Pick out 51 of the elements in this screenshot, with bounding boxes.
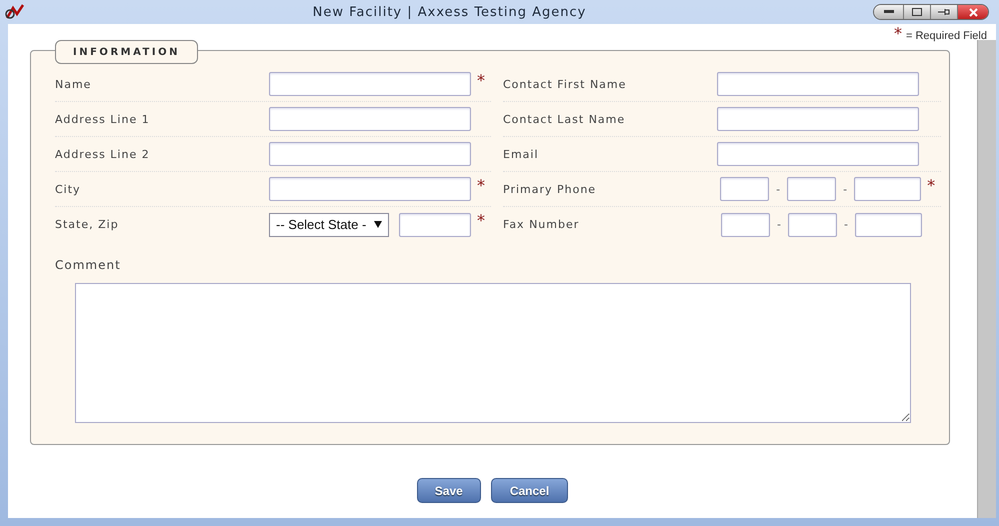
required-mark: * <box>477 210 486 229</box>
comment-label: Comment <box>55 258 122 272</box>
field-label: Name <box>55 78 92 90</box>
text-field[interactable] <box>269 177 471 201</box>
field-label: City <box>55 182 82 196</box>
pin-button[interactable] <box>930 5 957 19</box>
separator-text: - <box>842 182 848 196</box>
scrollbar[interactable] <box>977 40 996 518</box>
separator-text: - <box>776 218 782 231</box>
required-mark: * <box>927 175 936 194</box>
text-field[interactable] <box>717 107 919 131</box>
pin-icon <box>938 8 950 16</box>
field-label: Address Line 2 <box>55 148 151 160</box>
minimize-button[interactable] <box>874 5 903 19</box>
separator-text: - <box>843 218 849 231</box>
field-label: Primary Phone <box>503 182 598 196</box>
section-legend: INFORMATION <box>55 40 198 64</box>
text-field[interactable] <box>269 142 471 166</box>
required-mark: * <box>477 70 486 89</box>
comment-field[interactable] <box>75 283 911 423</box>
minimize-icon <box>884 10 894 14</box>
phone-field[interactable] <box>788 212 837 236</box>
field-label: State, Zip <box>55 218 120 231</box>
field-label: Fax Number <box>503 218 580 231</box>
field-label: Contact First Name <box>503 78 628 90</box>
phone-field[interactable] <box>720 177 770 201</box>
phone-field[interactable] <box>855 212 922 236</box>
maximize-icon <box>912 8 922 16</box>
field-label: Email <box>503 148 540 160</box>
required-mark: * <box>477 175 486 194</box>
save-button[interactable]: Save <box>416 478 481 503</box>
window-title: New Facility | Axxess Testing Agency <box>312 4 588 20</box>
text-field[interactable] <box>717 142 919 166</box>
state-dropdown[interactable]: -- Select State - <box>269 212 389 236</box>
text-field[interactable] <box>269 72 471 96</box>
field-label: Address Line 1 <box>55 112 151 126</box>
caret-icon <box>374 221 382 228</box>
text-field[interactable] <box>717 72 919 96</box>
text-field[interactable] <box>269 107 471 131</box>
phone-field[interactable] <box>787 177 836 201</box>
close-button[interactable] <box>957 5 988 19</box>
required-note: = Required Field <box>906 30 987 42</box>
phone-field[interactable] <box>721 212 770 236</box>
close-icon <box>968 8 978 16</box>
required-mark: * <box>894 26 902 42</box>
zip-field[interactable] <box>399 212 471 236</box>
separator-text: - <box>775 182 782 196</box>
field-label: Contact Last Name <box>503 112 626 126</box>
maximize-button[interactable] <box>903 5 930 19</box>
cancel-button[interactable]: Cancel <box>490 478 568 503</box>
phone-field[interactable] <box>854 177 922 201</box>
